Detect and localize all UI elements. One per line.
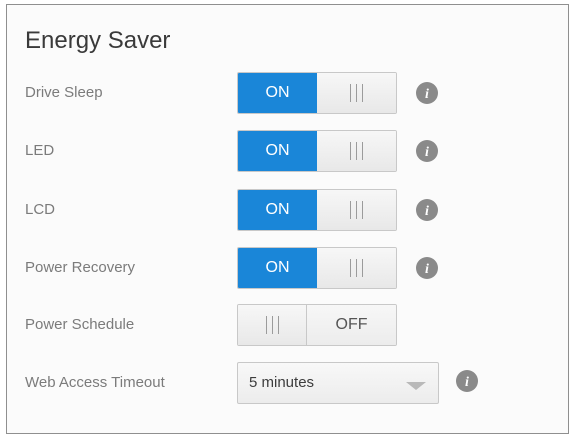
drive-sleep-row: Drive Sleep ON i <box>7 72 568 114</box>
web-access-timeout-row: Web Access Timeout 5 minutes i <box>7 362 568 404</box>
led-label: LED <box>25 142 55 159</box>
drive-sleep-toggle[interactable]: ON <box>237 72 397 114</box>
svg-text:i: i <box>425 87 429 102</box>
drive-sleep-on-segment[interactable]: ON <box>238 73 317 113</box>
power-schedule-grip-handle[interactable] <box>238 305 306 345</box>
lcd-grip-handle[interactable] <box>317 190 396 230</box>
info-icon[interactable]: i <box>415 81 439 105</box>
grip-icon <box>350 142 363 160</box>
power-recovery-grip-handle[interactable] <box>317 248 396 288</box>
power-schedule-toggle[interactable]: OFF <box>237 304 397 346</box>
power-schedule-row: Power Schedule OFF <box>7 304 568 346</box>
drive-sleep-label: Drive Sleep <box>25 84 103 101</box>
info-icon[interactable]: i <box>415 198 439 222</box>
energy-saver-panel: Energy Saver Drive Sleep ON i LED ON i L… <box>6 4 569 434</box>
web-access-timeout-value: 5 minutes <box>249 374 315 391</box>
lcd-toggle[interactable]: ON <box>237 189 397 231</box>
web-access-timeout-label: Web Access Timeout <box>25 374 165 391</box>
lcd-on-segment[interactable]: ON <box>238 190 317 230</box>
power-recovery-label: Power Recovery <box>25 259 136 276</box>
drive-sleep-grip-handle[interactable] <box>317 73 396 113</box>
power-recovery-on-segment[interactable]: ON <box>238 248 317 288</box>
info-icon[interactable]: i <box>415 139 439 163</box>
svg-text:i: i <box>425 262 429 277</box>
lcd-row: LCD ON i <box>7 189 568 231</box>
grip-icon <box>265 316 279 334</box>
svg-text:i: i <box>425 145 429 160</box>
chevron-down-icon <box>406 382 426 390</box>
info-icon[interactable]: i <box>455 369 479 393</box>
power-schedule-label: Power Schedule <box>25 316 135 333</box>
lcd-label: LCD <box>25 201 56 218</box>
led-row: LED ON i <box>7 130 568 172</box>
page-title: Energy Saver <box>25 27 171 54</box>
power-schedule-off-segment[interactable]: OFF <box>306 305 396 345</box>
power-recovery-toggle[interactable]: ON <box>237 247 397 289</box>
power-recovery-row: Power Recovery ON i <box>7 247 568 289</box>
grip-icon <box>350 201 363 219</box>
grip-icon <box>350 259 363 277</box>
svg-text:i: i <box>465 375 469 390</box>
led-on-segment[interactable]: ON <box>238 131 317 171</box>
info-icon[interactable]: i <box>415 256 439 280</box>
grip-icon <box>350 84 363 102</box>
web-access-timeout-select[interactable]: 5 minutes <box>237 362 439 404</box>
led-toggle[interactable]: ON <box>237 130 397 172</box>
svg-text:i: i <box>425 204 429 219</box>
led-grip-handle[interactable] <box>317 131 396 171</box>
